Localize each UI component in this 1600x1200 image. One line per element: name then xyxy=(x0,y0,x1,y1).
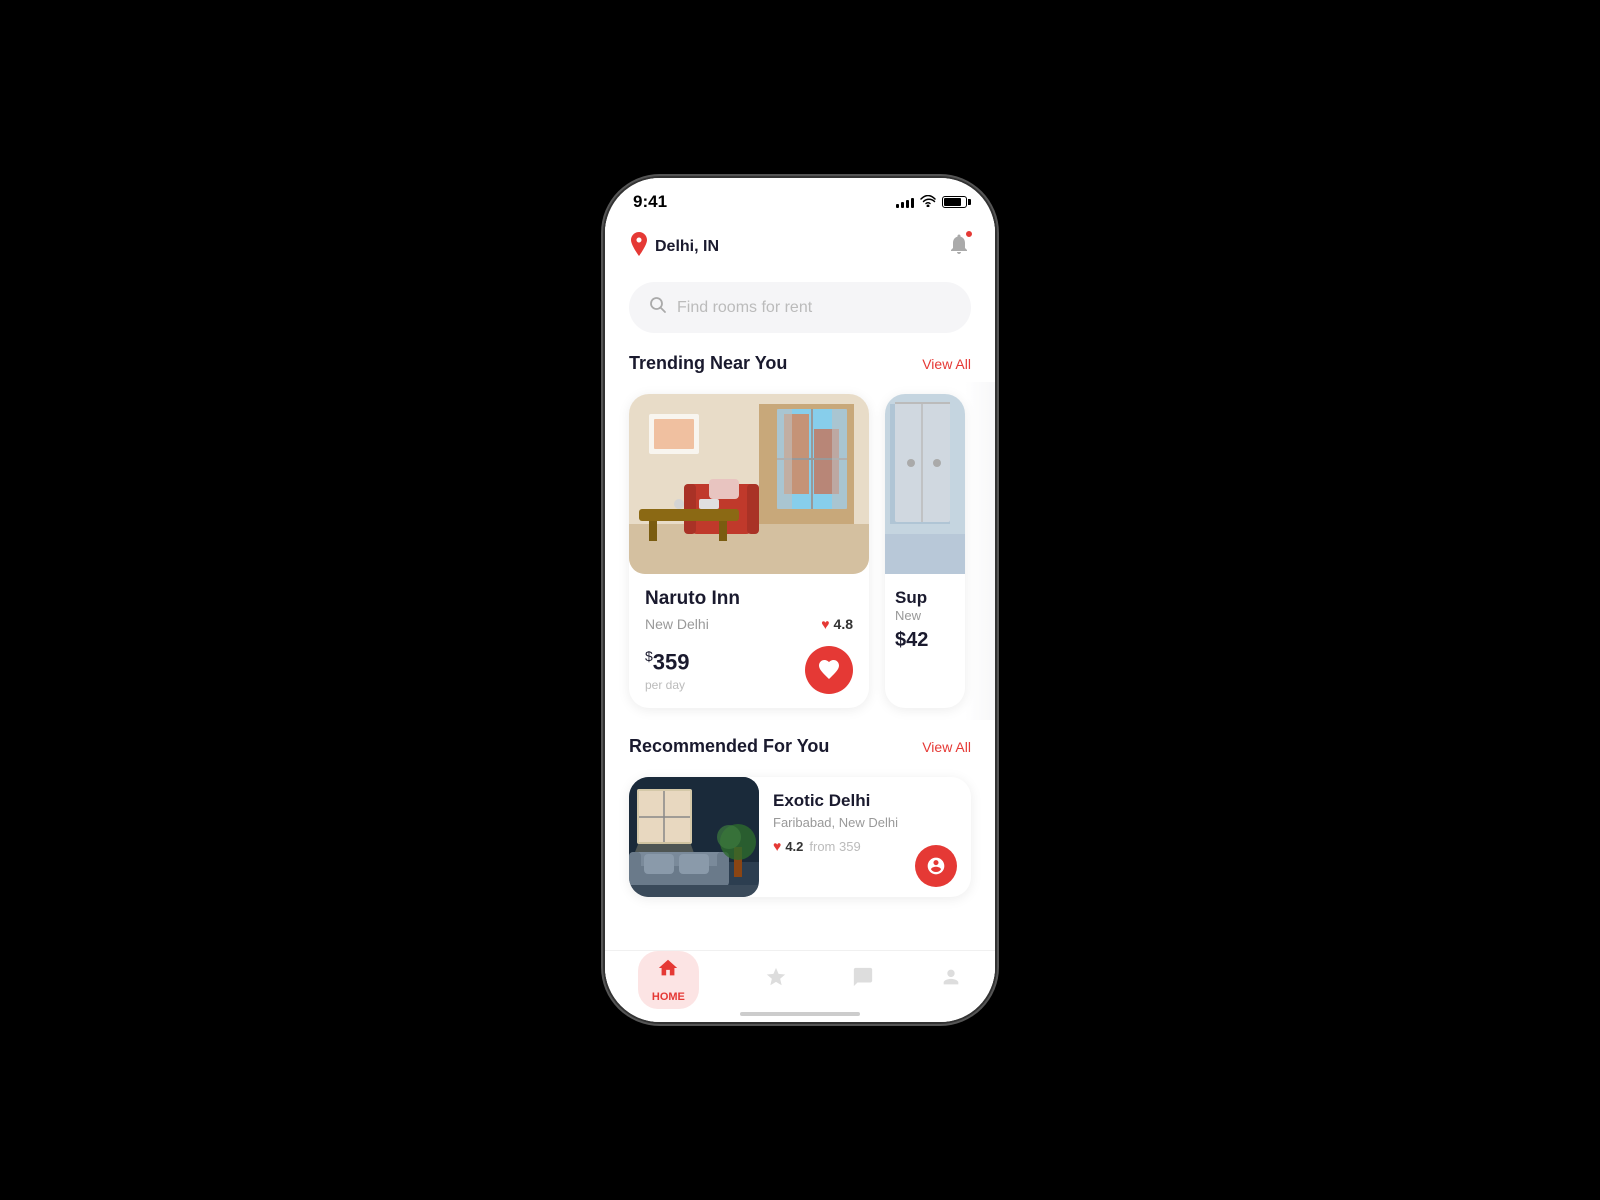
recommended-view-all[interactable]: View All xyxy=(922,739,971,755)
bar3 xyxy=(906,200,909,208)
app-content[interactable]: Delhi, IN Find rooms for rent Trending N… xyxy=(605,220,995,1014)
trending-card-1[interactable]: Naruto Inn New Delhi ♥ 4.8 $359 xyxy=(629,394,869,708)
card-title-1: Naruto Inn xyxy=(645,588,853,610)
heart-icon-1: ♥ xyxy=(821,616,829,632)
messages-icon xyxy=(852,966,874,994)
nav-item-messages[interactable] xyxy=(852,966,874,994)
location-row: Delhi, IN xyxy=(629,232,719,262)
card-location-row-1: New Delhi ♥ 4.8 xyxy=(645,616,853,632)
card-location-2: New xyxy=(895,608,955,623)
card-price-block-1: $359 per day xyxy=(645,648,690,691)
card-rating-1: ♥ 4.8 xyxy=(821,616,853,632)
home-indicator xyxy=(740,1012,860,1016)
trending-scroll: Naruto Inn New Delhi ♥ 4.8 $359 xyxy=(605,382,995,720)
search-icon xyxy=(649,296,667,319)
rec-favorite-button-1[interactable] xyxy=(915,845,957,887)
trending-title: Trending Near You xyxy=(629,353,787,374)
nav-item-home[interactable]: HOME xyxy=(638,951,699,1009)
bar4 xyxy=(911,198,914,208)
status-icons xyxy=(896,195,967,210)
recommended-title: Recommended For You xyxy=(629,736,829,757)
bell-button[interactable] xyxy=(947,232,971,262)
rec-from-text-1: from 359 xyxy=(809,839,860,854)
signal-bars-icon xyxy=(896,196,914,208)
battery-fill xyxy=(944,198,961,206)
card-image-1 xyxy=(629,394,869,574)
card-image-2 xyxy=(885,394,965,574)
card-price-row-1: $359 per day xyxy=(645,646,853,694)
status-bar: 9:41 xyxy=(605,178,995,220)
location-pin-icon xyxy=(629,232,649,262)
header: Delhi, IN xyxy=(605,220,995,270)
card-title-2: Sup xyxy=(895,588,955,608)
recommended-card-1[interactable]: Exotic Delhi Faribabad, New Delhi ♥ 4.2 … xyxy=(629,777,971,897)
recommended-section: Recommended For You View All xyxy=(605,728,995,897)
card-body-1: Naruto Inn New Delhi ♥ 4.8 $359 xyxy=(629,574,869,708)
wifi-icon xyxy=(920,195,936,210)
home-label: HOME xyxy=(652,991,685,1003)
card-price-2: $42 xyxy=(895,629,955,652)
status-time: 9:41 xyxy=(633,192,667,212)
card-price-label-1: per day xyxy=(645,678,690,692)
recommended-section-header: Recommended For You View All xyxy=(605,728,995,765)
bar2 xyxy=(901,202,904,208)
profile-icon xyxy=(940,966,962,994)
bar1 xyxy=(896,204,899,208)
home-icon xyxy=(657,957,679,985)
battery-icon xyxy=(942,196,967,208)
favorites-icon xyxy=(765,966,787,994)
notification-dot xyxy=(965,230,973,238)
rec-card-title-1: Exotic Delhi xyxy=(773,791,957,811)
search-bar[interactable]: Find rooms for rent xyxy=(629,282,971,333)
card-body-2: Sup New $42 xyxy=(885,574,965,666)
card-price-1: $359 xyxy=(645,648,690,675)
rec-card-image-1 xyxy=(629,777,759,897)
card-location-1: New Delhi xyxy=(645,616,709,632)
trending-view-all[interactable]: View All xyxy=(922,356,971,372)
search-placeholder: Find rooms for rent xyxy=(677,299,812,317)
rec-card-location-1: Faribabad, New Delhi xyxy=(773,815,957,830)
location-text: Delhi, IN xyxy=(655,238,719,256)
nav-item-favorites[interactable] xyxy=(765,966,787,994)
trending-section-header: Trending Near You View All xyxy=(605,345,995,382)
phone-frame: 9:41 xyxy=(605,178,995,1022)
nav-item-profile[interactable] xyxy=(940,966,962,994)
heart-icon-rec-1: ♥ xyxy=(773,838,781,854)
favorite-button-1[interactable] xyxy=(805,646,853,694)
trending-card-2-partial[interactable]: Sup New $42 xyxy=(885,394,965,708)
